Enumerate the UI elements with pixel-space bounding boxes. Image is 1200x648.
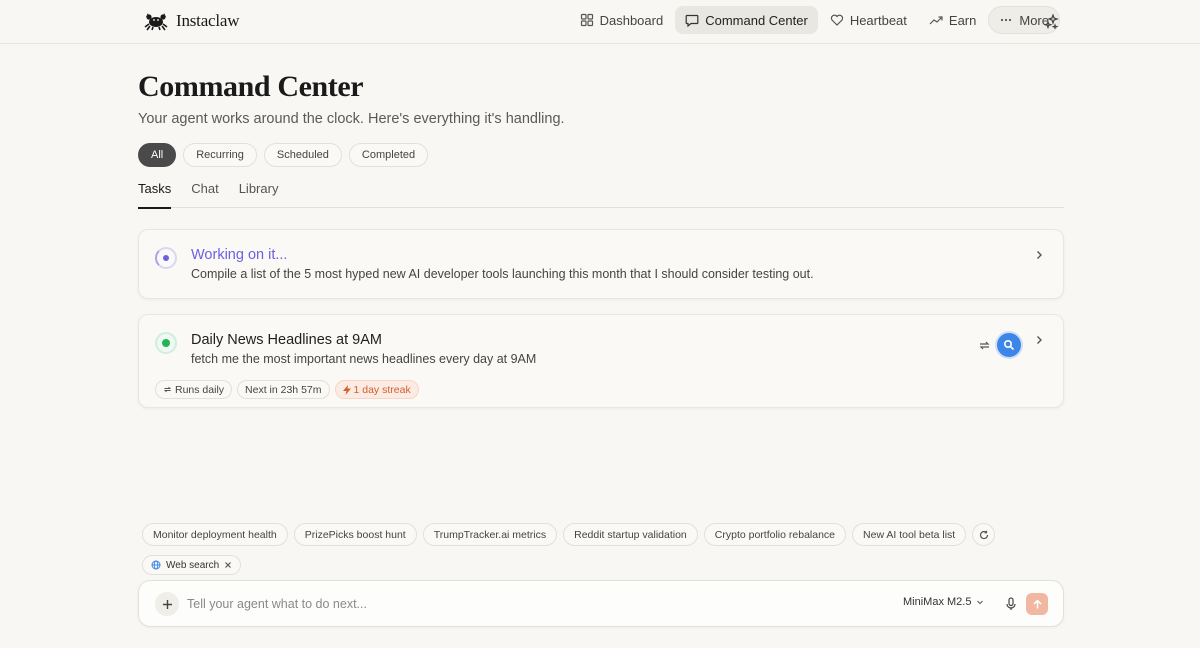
- nav-dashboard[interactable]: Dashboard: [570, 6, 674, 34]
- sparkles-icon: [1043, 13, 1059, 29]
- search-icon: [1003, 339, 1015, 351]
- tab-chat[interactable]: Chat: [191, 180, 218, 208]
- filter-recurring[interactable]: Recurring: [183, 143, 257, 167]
- add-attachment-button[interactable]: [155, 592, 179, 616]
- message-square-icon: [685, 14, 699, 27]
- page-title: Command Center: [138, 70, 364, 103]
- top-navigation: Instaclaw Dashboard Command Center Heart…: [0, 0, 1200, 44]
- task-card-working[interactable]: Working on it... Compile a list of the 5…: [138, 229, 1064, 299]
- lightning-icon: [342, 384, 351, 395]
- suggestion-chip[interactable]: Reddit startup validation: [563, 523, 698, 546]
- chevron-right-icon[interactable]: [1033, 334, 1045, 346]
- sparkles-settings-button[interactable]: [1040, 10, 1062, 32]
- chevron-right-icon[interactable]: [1033, 249, 1045, 261]
- more-horizontal-icon: [1001, 18, 1012, 22]
- suggestion-chip[interactable]: New AI tool beta list: [852, 523, 967, 546]
- heart-icon: [830, 14, 843, 26]
- refresh-icon: [979, 530, 988, 539]
- working-spinner-icon: [155, 247, 177, 269]
- task-description: Compile a list of the 5 most hyped new A…: [191, 267, 814, 281]
- close-icon[interactable]: [224, 561, 232, 569]
- filter-scheduled[interactable]: Scheduled: [263, 143, 342, 167]
- globe-icon: [151, 560, 161, 570]
- task-description: fetch me the most important news headlin…: [191, 352, 537, 366]
- send-button[interactable]: [1026, 593, 1048, 615]
- nav-command-center[interactable]: Command Center: [675, 6, 818, 34]
- active-status-icon: [155, 332, 177, 354]
- voice-input-button[interactable]: [1001, 594, 1021, 614]
- filter-completed[interactable]: Completed: [348, 143, 429, 167]
- nav-earn-label: Earn: [948, 12, 977, 28]
- web-search-tool-label: Web search: [166, 559, 220, 571]
- suggestion-chip[interactable]: Crypto portfolio rebalance: [703, 523, 847, 546]
- streak-label: 1 day streak: [353, 383, 411, 396]
- main-nav: Dashboard Command Center Heartbeat Earn …: [570, 6, 1060, 34]
- runs-daily-label: Runs daily: [175, 383, 225, 396]
- task-tags: Runs daily Next in 23h 57m 1 day streak: [155, 380, 419, 399]
- crab-logo-icon: [144, 13, 168, 31]
- nav-earn[interactable]: Earn: [919, 6, 986, 34]
- content-tabs: Tasks Chat Library: [138, 180, 1064, 209]
- runs-daily-tag: Runs daily: [155, 380, 233, 399]
- nav-heartbeat[interactable]: Heartbeat: [820, 6, 917, 34]
- grid-icon: [580, 13, 593, 27]
- task-title: Daily News Headlines at 9AM: [191, 332, 382, 348]
- trending-up-icon: [929, 16, 943, 25]
- nav-dashboard-label: Dashboard: [599, 12, 664, 28]
- repeat-icon: [979, 341, 990, 349]
- task-card-actions: [978, 333, 1021, 357]
- streak-tag: 1 day streak: [334, 380, 419, 399]
- model-label: MiniMax M2.5: [903, 596, 972, 608]
- tab-tasks[interactable]: Tasks: [138, 180, 172, 209]
- brand-name: Instaclaw: [176, 11, 240, 30]
- message-input[interactable]: [187, 593, 787, 615]
- arrow-up-icon: [1032, 598, 1042, 608]
- repeat-icon: [163, 386, 172, 393]
- suggestion-chips: Monitor deployment health PrizePicks boo…: [142, 523, 996, 546]
- task-filters: All Recurring Scheduled Completed: [138, 143, 429, 167]
- nav-command-center-label: Command Center: [705, 12, 808, 28]
- task-title: Working on it...: [191, 247, 288, 263]
- chevron-down-icon: [977, 600, 984, 605]
- suggestion-chip[interactable]: TrumpTracker.ai metrics: [422, 523, 558, 546]
- next-run-label: Next in 23h 57m: [245, 383, 322, 396]
- web-search-badge[interactable]: [997, 333, 1021, 357]
- refresh-suggestions-button[interactable]: [972, 523, 996, 546]
- page-subtitle: Your agent works around the clock. Here'…: [138, 111, 565, 127]
- nav-heartbeat-label: Heartbeat: [849, 12, 907, 28]
- tab-library[interactable]: Library: [239, 180, 279, 208]
- brand-logo-link[interactable]: Instaclaw: [144, 9, 240, 33]
- plus-icon: [162, 599, 172, 609]
- task-card-recurring[interactable]: Daily News Headlines at 9AM fetch me the…: [138, 314, 1064, 408]
- suggestion-chip[interactable]: Monitor deployment health: [142, 523, 288, 546]
- web-search-tool-chip: Web search: [142, 555, 242, 575]
- filter-all[interactable]: All: [138, 143, 177, 167]
- message-composer: MiniMax M2.5: [138, 580, 1064, 627]
- next-run-tag: Next in 23h 57m: [237, 380, 330, 399]
- model-selector[interactable]: MiniMax M2.5: [903, 596, 984, 608]
- microphone-icon: [1006, 597, 1016, 610]
- suggestion-chip[interactable]: PrizePicks boost hunt: [293, 523, 417, 546]
